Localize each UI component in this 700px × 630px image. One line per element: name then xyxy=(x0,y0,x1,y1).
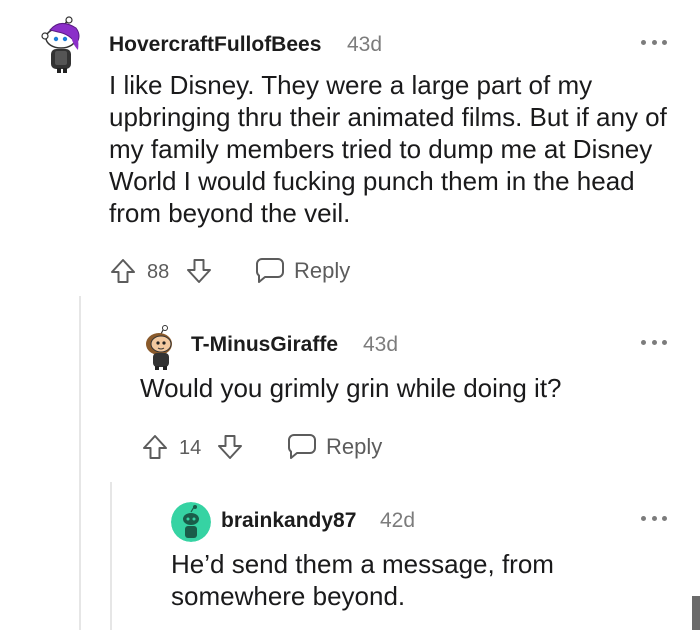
comment-body: He’d send them a message, from somewhere… xyxy=(171,549,554,611)
more-dot xyxy=(641,339,646,345)
more-dot xyxy=(641,39,646,45)
more-options-button[interactable] xyxy=(641,38,667,46)
comment-author[interactable]: brainkandy87 xyxy=(221,509,356,533)
comment-body: I like Disney. They were a large part of… xyxy=(109,70,667,228)
more-dot xyxy=(662,339,667,345)
upvote-button[interactable] xyxy=(141,433,169,461)
vote-score: 88 xyxy=(147,261,170,283)
more-dot xyxy=(641,515,646,521)
reply-label: Reply xyxy=(294,258,351,283)
more-dot xyxy=(662,515,667,521)
snoo-avatar-green-icon xyxy=(171,502,211,542)
reply-button[interactable]: Reply xyxy=(286,432,382,462)
upvote-button[interactable] xyxy=(109,257,137,285)
downvote-button[interactable] xyxy=(216,433,244,461)
scrollbar-thumb[interactable] xyxy=(692,596,700,630)
arrow-up-icon xyxy=(111,259,135,283)
comment-age: 42d xyxy=(380,509,416,532)
user-avatar[interactable] xyxy=(140,325,182,371)
snoo-avatar-purple-hair-icon xyxy=(41,16,80,73)
downvote-button[interactable] xyxy=(185,257,213,285)
arrow-down-icon xyxy=(218,435,242,459)
arrow-down-icon xyxy=(187,259,211,283)
reply-button[interactable]: Reply xyxy=(254,256,350,286)
more-dot xyxy=(651,515,657,521)
comment-author[interactable]: HovercraftFullofBees xyxy=(109,33,321,57)
more-dot xyxy=(651,339,657,345)
thread-line-level-1[interactable] xyxy=(79,296,81,630)
comment-age: 43d xyxy=(363,333,399,356)
comment-body: Would you grimly grin while doing it? xyxy=(140,373,562,403)
more-options-button[interactable] xyxy=(641,514,667,522)
arrow-up-icon xyxy=(143,435,167,459)
more-options-button[interactable] xyxy=(641,338,667,346)
user-avatar[interactable] xyxy=(36,16,86,74)
thread-line-level-2[interactable] xyxy=(110,482,112,630)
user-avatar[interactable] xyxy=(171,502,211,542)
snoo-avatar-brown-hair-icon xyxy=(146,325,172,370)
comment-age: 43d xyxy=(347,33,383,56)
speech-bubble-icon xyxy=(288,434,316,459)
reply-label: Reply xyxy=(326,434,383,459)
more-dot xyxy=(662,39,667,45)
speech-bubble-icon xyxy=(256,258,284,283)
comment-author[interactable]: T-MinusGiraffe xyxy=(191,333,338,357)
more-dot xyxy=(651,39,657,45)
vote-score: 14 xyxy=(179,437,202,459)
